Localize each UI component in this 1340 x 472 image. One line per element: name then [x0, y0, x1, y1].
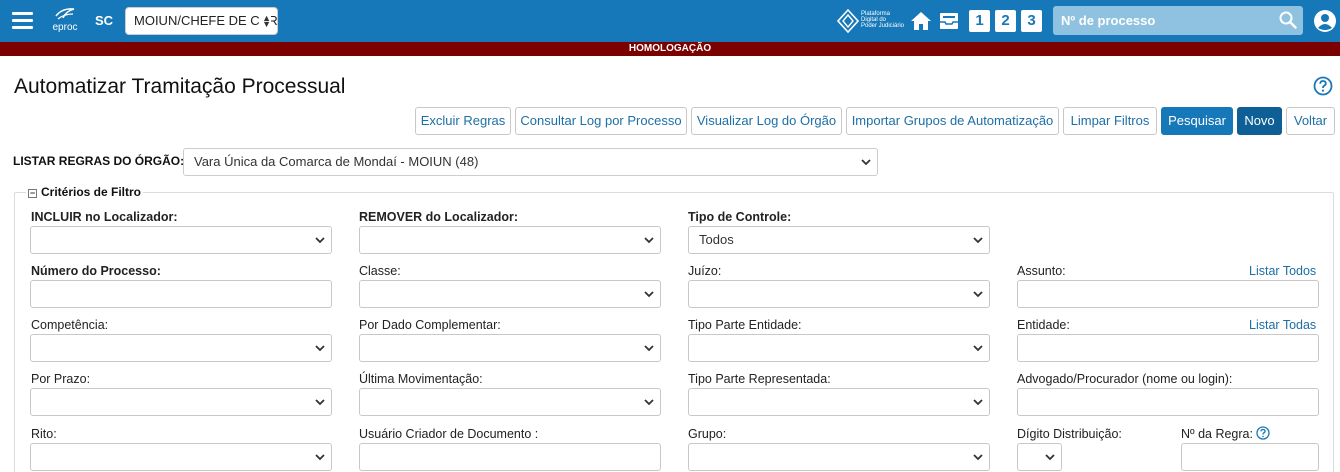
- chevron-down-icon: [315, 345, 325, 352]
- tipo-controle-select[interactable]: Todos: [688, 226, 990, 254]
- dado-complementar-label: Por Dado Complementar:: [359, 318, 501, 332]
- user-icon[interactable]: [1313, 9, 1337, 33]
- competencia-label: Competência:: [31, 318, 109, 332]
- profile-select-value: MOIUN/CHEFE DE CARTÓRIO: [134, 13, 277, 28]
- competencia-select[interactable]: [30, 334, 332, 362]
- listar-todas-link[interactable]: Listar Todas: [1249, 318, 1316, 332]
- juizo-select[interactable]: [688, 280, 990, 308]
- chevron-down-icon: [315, 454, 325, 461]
- assunto-label: Assunto:: [1017, 264, 1066, 278]
- visualizar-log-button[interactable]: Visualizar Log do Órgão: [691, 107, 842, 135]
- numero-processo-input[interactable]: [30, 280, 332, 308]
- tipo-controle-label: Tipo de Controle:: [688, 210, 792, 224]
- pdpj-text: Plataforma Digital do Poder Judiciário: [861, 11, 904, 29]
- orgao-select[interactable]: Vara Única da Comarca de Mondaí - MOIUN …: [183, 148, 878, 176]
- remover-localizador-select[interactable]: [359, 226, 661, 254]
- search-icon[interactable]: [1279, 11, 1297, 29]
- chevron-down-icon: [973, 237, 983, 244]
- chevron-down-icon: [644, 345, 654, 352]
- eproc-logo[interactable]: eproc: [50, 6, 80, 36]
- ultima-movimentacao-select[interactable]: [359, 388, 661, 416]
- classe-label: Classe:: [359, 264, 401, 278]
- tipo-parte-entidade-label: Tipo Parte Entidade:: [688, 318, 802, 332]
- tipo-parte-entidade-select[interactable]: [688, 334, 990, 362]
- chevron-down-icon: [315, 399, 325, 406]
- entidade-label: Entidade:: [1017, 318, 1070, 332]
- eproc-logo-icon: [55, 8, 75, 20]
- novo-button[interactable]: Novo: [1237, 107, 1282, 135]
- pdpj-logo[interactable]: Plataforma Digital do Poder Judiciário: [836, 8, 907, 34]
- excluir-regras-button[interactable]: Excluir Regras: [415, 107, 511, 135]
- digito-distribuicao-select[interactable]: [1017, 443, 1062, 471]
- tipo-parte-representada-select[interactable]: [688, 388, 990, 416]
- tipo-parte-representada-label: Tipo Parte Representada:: [688, 372, 831, 386]
- grupo-label: Grupo:: [688, 427, 727, 441]
- consultar-log-button[interactable]: Consultar Log por Processo: [515, 107, 687, 135]
- advogado-input[interactable]: [1017, 388, 1319, 416]
- grupo-select[interactable]: [688, 443, 990, 471]
- home-icon[interactable]: [910, 10, 932, 32]
- collapse-icon[interactable]: −: [28, 189, 37, 198]
- classe-select[interactable]: [359, 280, 661, 308]
- filter-criteria-legend[interactable]: − Critérios de Filtro: [26, 185, 144, 199]
- process-search: [1053, 6, 1303, 35]
- orgao-select-value: Vara Única da Comarca de Mondaí - MOIUN …: [194, 154, 479, 169]
- digito-distribuicao-label: Dígito Distribuição:: [1017, 427, 1122, 441]
- chevron-down-icon: [644, 237, 654, 244]
- ultima-movimentacao-label: Última Movimentação:: [359, 372, 483, 386]
- quick-button-3[interactable]: 3: [1021, 10, 1042, 32]
- pesquisar-button[interactable]: Pesquisar: [1161, 107, 1233, 135]
- dado-complementar-select[interactable]: [359, 334, 661, 362]
- incluir-localizador-label: INCLUIR no Localizador:: [31, 210, 178, 224]
- por-prazo-label: Por Prazo:: [31, 372, 91, 386]
- rito-label: Rito:: [31, 427, 57, 441]
- pdpj-line-3: Poder Judiciário: [861, 23, 905, 29]
- orgao-label: LISTAR REGRAS DO ÓRGÃO:: [13, 154, 185, 168]
- juizo-label: Juízo:: [688, 264, 722, 278]
- chevron-down-icon: [644, 399, 654, 406]
- usuario-criador-input[interactable]: [359, 443, 661, 471]
- chevron-down-icon: [861, 159, 871, 166]
- top-bar: eproc SC MOIUN/CHEFE DE CARTÓRIO ▲▼ Plat…: [0, 0, 1340, 42]
- chevron-down-icon: [644, 291, 654, 298]
- state-label: SC: [95, 13, 114, 28]
- chevron-down-icon: [315, 237, 325, 244]
- por-prazo-select[interactable]: [30, 388, 332, 416]
- updown-icon: ▲ ▼: [259, 14, 271, 29]
- quick-button-1[interactable]: 1: [969, 10, 990, 32]
- chevron-down-icon: [973, 291, 983, 298]
- incluir-localizador-select[interactable]: [30, 226, 332, 254]
- page-title: Automatizar Tramitação Processual: [14, 75, 346, 98]
- chevron-down-icon: [1045, 454, 1055, 461]
- process-search-input[interactable]: [1053, 6, 1273, 35]
- rito-select[interactable]: [30, 443, 332, 471]
- usuario-criador-label: Usuário Criador de Documento :: [359, 427, 539, 441]
- importar-grupos-button[interactable]: Importar Grupos de Automatização: [846, 107, 1059, 135]
- voltar-button[interactable]: Voltar: [1286, 107, 1335, 135]
- quick-button-2[interactable]: 2: [995, 10, 1016, 32]
- numero-regra-input[interactable]: [1181, 443, 1319, 471]
- numero-processo-label: Número do Processo:: [31, 264, 161, 278]
- help-icon[interactable]: [1256, 426, 1270, 440]
- limpar-filtros-button[interactable]: Limpar Filtros: [1063, 107, 1157, 135]
- inbox-icon[interactable]: [938, 10, 960, 32]
- filter-criteria-title: Critérios de Filtro: [41, 185, 142, 199]
- tipo-controle-value: Todos: [699, 232, 734, 247]
- entidade-input[interactable]: [1017, 334, 1319, 362]
- remover-localizador-label: REMOVER do Localizador:: [359, 210, 519, 224]
- logo-text: eproc: [52, 22, 78, 33]
- profile-select[interactable]: MOIUN/CHEFE DE CARTÓRIO ▲▼: [125, 7, 278, 35]
- chevron-down-icon: [973, 399, 983, 406]
- numero-regra-label: Nº da Regra:: [1181, 427, 1253, 441]
- advogado-label: Advogado/Procurador (nome ou login):: [1017, 372, 1233, 386]
- chevron-down-icon: [973, 454, 983, 461]
- listar-todos-link[interactable]: Listar Todos: [1249, 264, 1316, 278]
- pdpj-icon: [836, 8, 860, 34]
- chevron-down-icon: [973, 345, 983, 352]
- help-icon[interactable]: [1313, 76, 1333, 96]
- environment-banner: HOMOLOGAÇÃO: [0, 42, 1340, 56]
- menu-icon[interactable]: [12, 12, 33, 29]
- assunto-input[interactable]: [1017, 280, 1319, 308]
